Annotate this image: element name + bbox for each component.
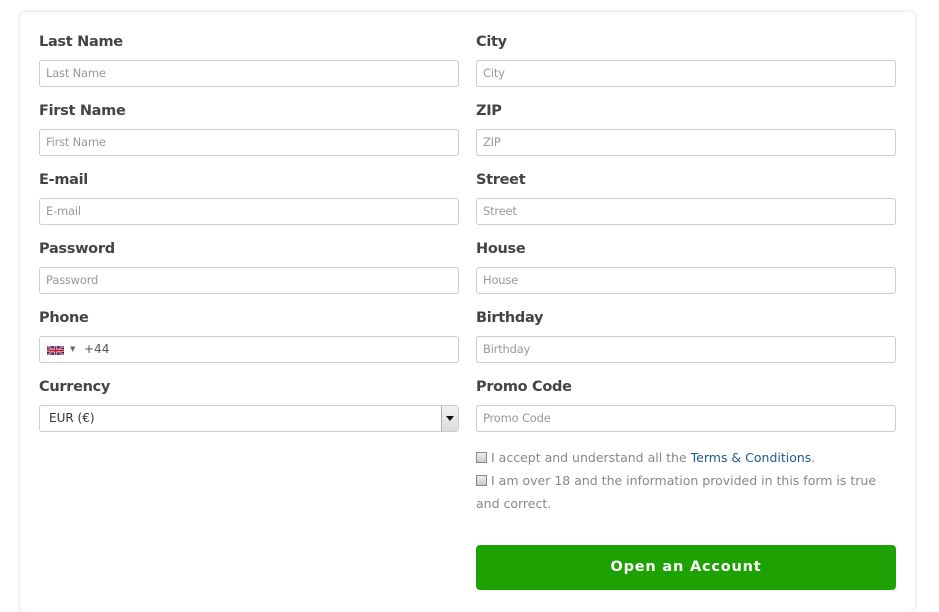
registration-form-card: Last Name Last Name First Name First Nam… <box>20 12 915 612</box>
terms-checkbox[interactable] <box>476 452 487 463</box>
currency-selected-value: EUR (€) <box>49 411 95 425</box>
street-label: Street <box>476 172 526 188</box>
city-field: City City <box>476 12 896 87</box>
country-dropdown-caret-icon[interactable]: ▼ <box>70 345 75 353</box>
email-label: E-mail <box>39 172 88 188</box>
open-account-button[interactable]: Open an Account <box>476 545 896 590</box>
agreements: I accept and understand all the Terms & … <box>476 446 896 515</box>
terms-agreement: I accept and understand all the Terms & … <box>476 446 896 469</box>
currency-select[interactable]: EUR (€) <box>39 405 459 432</box>
dial-code: +44 <box>84 342 110 356</box>
phone-label: Phone <box>39 310 89 326</box>
house-placeholder: House <box>483 273 519 287</box>
chevron-down-icon <box>446 416 454 421</box>
house-field: House House <box>476 219 896 294</box>
zip-field: ZIP ZIP <box>476 81 896 156</box>
last-name-placeholder: Last Name <box>46 66 106 80</box>
password-field: Password Password <box>39 219 459 294</box>
birthday-field: Birthday Birthday <box>476 288 896 363</box>
birthday-label: Birthday <box>476 310 544 326</box>
city-label: City <box>476 34 507 50</box>
age-text: I am over 18 and the information provide… <box>476 473 877 511</box>
promo-code-field: Promo Code Promo Code <box>476 357 896 432</box>
age-checkbox[interactable] <box>476 475 487 486</box>
street-placeholder: Street <box>483 204 517 218</box>
city-placeholder: City <box>483 66 505 80</box>
first-name-label: First Name <box>39 103 126 119</box>
currency-label: Currency <box>39 379 111 395</box>
terms-link[interactable]: Terms & Conditions <box>691 450 812 465</box>
promo-code-input[interactable]: Promo Code <box>476 405 896 432</box>
age-agreement: I am over 18 and the information provide… <box>476 469 896 515</box>
zip-placeholder: ZIP <box>483 135 501 149</box>
currency-field: Currency EUR (€) <box>39 357 459 432</box>
promo-code-placeholder: Promo Code <box>483 411 551 425</box>
phone-field: Phone ▼ +44 <box>39 288 459 363</box>
street-field: Street Street <box>476 150 896 225</box>
email-placeholder: E-mail <box>46 204 81 218</box>
left-column: Last Name Last Name First Name First Nam… <box>39 12 459 432</box>
first-name-field: First Name First Name <box>39 81 459 156</box>
last-name-label: Last Name <box>39 34 123 50</box>
first-name-placeholder: First Name <box>46 135 106 149</box>
currency-dropdown-button[interactable] <box>441 406 458 431</box>
right-column: City City ZIP ZIP Street Street House Ho… <box>476 12 896 432</box>
last-name-field: Last Name Last Name <box>39 12 459 87</box>
birthday-placeholder: Birthday <box>483 342 531 356</box>
promo-code-label: Promo Code <box>476 379 572 395</box>
password-placeholder: Password <box>46 273 99 287</box>
zip-label: ZIP <box>476 103 502 119</box>
email-field: E-mail E-mail <box>39 150 459 225</box>
password-label: Password <box>39 241 115 257</box>
terms-text-prefix: I accept and understand all the <box>491 450 691 465</box>
house-label: House <box>476 241 526 257</box>
uk-flag-icon[interactable] <box>47 345 64 356</box>
terms-text-suffix: . <box>811 450 816 465</box>
